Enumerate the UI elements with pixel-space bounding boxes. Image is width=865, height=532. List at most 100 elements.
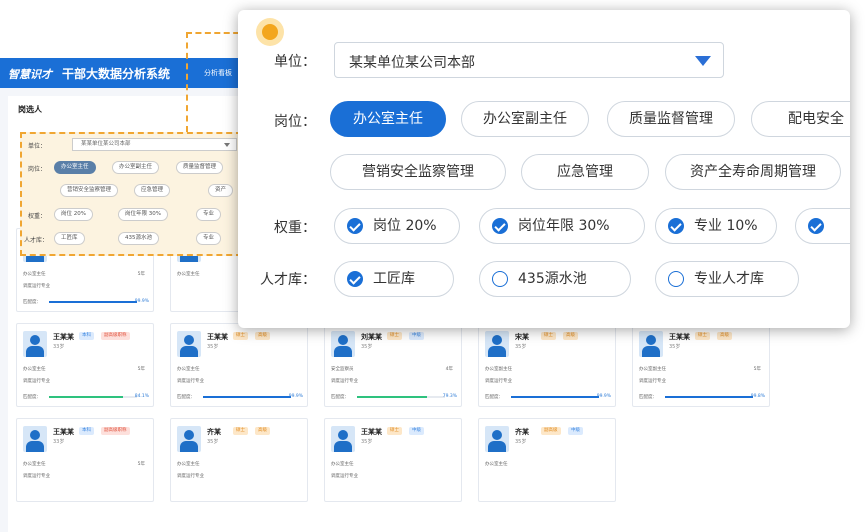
talent-option-label: 435源水池 (518, 271, 587, 287)
weight-option-post-years[interactable]: 岗位年限 30% (479, 208, 645, 244)
candidate-card[interactable]: 刘某某 35岁 安全监察员 4年 调度运行专业 匹配度： 硕士 中级 79.3% (324, 323, 462, 407)
match-label: 匹配度： (23, 300, 41, 305)
candidate-tag: 硕士 (387, 332, 402, 340)
chevron-down-icon (224, 143, 230, 147)
post-option-emergency[interactable]: 应急管理 (521, 154, 649, 190)
candidate-major: 调度运行专业 (23, 379, 50, 384)
match-label: 匹配度： (639, 395, 657, 400)
mini-post-chip[interactable]: 营销安全监察管理 (60, 184, 119, 197)
mini-weight-chip[interactable]: 专业 (196, 208, 222, 221)
mini-post-chip[interactable]: 办公室主任 (54, 161, 96, 174)
weight-label: 权重： (274, 220, 316, 236)
talent-option-craftsman[interactable]: 工匠库 (334, 261, 454, 297)
mini-talent-label: 人才库： (24, 237, 49, 244)
check-icon (347, 218, 363, 234)
candidate-major: 调度运行专业 (331, 474, 358, 479)
candidate-post: 办公室主任 (177, 272, 200, 277)
mini-talent-chip[interactable]: 专业 (196, 232, 222, 245)
candidate-tag: 硕士 (695, 332, 710, 340)
mini-talent-chip[interactable]: 工匠库 (54, 232, 85, 245)
candidate-tag: 硕士 (387, 427, 402, 435)
candidate-card[interactable]: 王某某 33岁 办公室主任 5年 调度运行专业 匹配度： 本科 副高级职称 84.1% (16, 323, 154, 407)
match-bar-fill (49, 396, 123, 398)
candidate-card[interactable]: 齐某 35岁 办公室主任 副高级 中级 (478, 418, 616, 502)
avatar (23, 331, 47, 357)
candidate-tag: 副高级 (541, 427, 561, 435)
candidate-name: 王某某 (669, 333, 690, 341)
post-option-office-deputy[interactable]: 办公室副主任 (461, 101, 589, 137)
candidate-name: 王某某 (207, 333, 228, 341)
chevron-down-icon (695, 56, 711, 66)
candidate-tag: 高级 (255, 427, 270, 435)
mini-unit-select[interactable]: 某某单位某公司本部 (72, 138, 237, 151)
post-option-distribution-safety[interactable]: 配电安全 (751, 101, 850, 137)
mini-talent-chip[interactable]: 435源水池 (118, 232, 159, 245)
candidate-card[interactable]: 宋某 35岁 办公室副主任 调度运行专业 匹配度： 硕士 高级 99.9% (478, 323, 616, 407)
mini-post-chip[interactable]: 办公室副主任 (112, 161, 160, 174)
candidate-post: 办公室副主任 (485, 367, 512, 372)
candidate-name: 齐某 (515, 428, 529, 436)
mini-post-chip[interactable]: 资产 (208, 184, 234, 197)
match-bar-fill (511, 396, 599, 398)
post-option-quality[interactable]: 质量监督管理 (607, 101, 735, 137)
weight-option-post[interactable]: 岗位 20% (334, 208, 460, 244)
talent-option-435-pool[interactable]: 435源水池 (479, 261, 631, 297)
candidate-name: 宋某 (515, 333, 529, 341)
weight-option-more[interactable] (795, 208, 850, 244)
candidate-post: 办公室主任 (485, 462, 508, 467)
screenshot-stage: 智慧识才 干部大数据分析系统 分析看板 岗选人 王某某33岁办公室主任5年调度运… (0, 0, 865, 532)
match-label: 匹配度： (331, 395, 349, 400)
candidate-card[interactable]: 王某某 35岁 办公室主任 调度运行专业 匹配度： 硕士 高级 99.9% (170, 323, 308, 407)
candidate-tag: 高级 (563, 332, 578, 340)
candidate-tag: 中级 (409, 332, 424, 340)
callout-marker-core (262, 24, 278, 40)
candidate-age: 35岁 (669, 344, 681, 350)
weight-option-label: 专业 10% (694, 218, 758, 234)
candidate-major: 调度运行专业 (23, 284, 50, 289)
talent-label: 人才库： (260, 272, 316, 288)
candidate-name: 刘某某 (361, 333, 382, 341)
post-option-marketing-safety[interactable]: 营销安全监察管理 (330, 154, 506, 190)
match-bar-fill (203, 396, 291, 398)
mini-weight-chip[interactable]: 岗位年限 30% (118, 208, 168, 221)
talent-option-label: 专业人才库 (694, 271, 764, 287)
unit-select[interactable]: 某某单位某公司本部 (334, 42, 724, 78)
candidate-tag: 副高级职称 (101, 332, 130, 340)
avatar (177, 331, 201, 357)
match-bar-fill (49, 301, 137, 303)
weight-option-major[interactable]: 专业 10% (655, 208, 777, 244)
avatar (485, 426, 509, 452)
avatar (177, 426, 201, 452)
candidate-years: 4年 (445, 367, 453, 372)
nav-item-dashboard[interactable]: 分析看板 (204, 68, 232, 78)
candidate-card[interactable]: 王某某 35岁 办公室主任 调度运行专业 硕士 中级 (324, 418, 462, 502)
candidate-card[interactable]: 王某某 33岁 办公室主任 5年 调度运行专业 本科 副高级职称 (16, 418, 154, 502)
candidate-major: 调度运行专业 (23, 474, 50, 479)
candidate-tag: 硕士 (233, 427, 248, 435)
avatar (485, 331, 509, 357)
match-bar-fill (665, 396, 753, 398)
candidate-tag: 本科 (79, 427, 94, 435)
post-option-office-director[interactable]: 办公室主任 (330, 101, 446, 137)
weight-option-label: 岗位年限 30% (518, 218, 610, 234)
candidate-card[interactable]: 王某某 35岁 办公室副主任 5年 调度运行专业 匹配度： 硕士 高级 99.8% (632, 323, 770, 407)
match-percent: 99.8% (750, 394, 765, 399)
candidate-name: 齐某 (207, 428, 221, 436)
mini-post-chip[interactable]: 应急管理 (134, 184, 171, 197)
callout-marker-icon (256, 18, 284, 46)
candidate-card[interactable]: 齐某 35岁 办公室主任 调度运行专业 硕士 高级 (170, 418, 308, 502)
avatar (331, 426, 355, 452)
match-percent: 99.9% (134, 299, 149, 304)
mini-post-chip[interactable]: 质量监督管理 (176, 161, 224, 174)
post-option-asset-lifecycle[interactable]: 资产全寿命周期管理 (665, 154, 841, 190)
candidate-post: 办公室主任 (177, 462, 200, 467)
candidate-tag: 本科 (79, 332, 94, 340)
candidate-post: 办公室主任 (331, 462, 354, 467)
mini-weight-chip[interactable]: 岗位 20% (54, 208, 93, 221)
radio-empty-icon (668, 271, 684, 287)
talent-option-professional[interactable]: 专业人才库 (655, 261, 799, 297)
post-label: 岗位： (274, 114, 316, 130)
match-bar-track (357, 396, 445, 398)
candidate-tag: 中级 (568, 427, 583, 435)
candidate-age: 33岁 (53, 344, 65, 350)
